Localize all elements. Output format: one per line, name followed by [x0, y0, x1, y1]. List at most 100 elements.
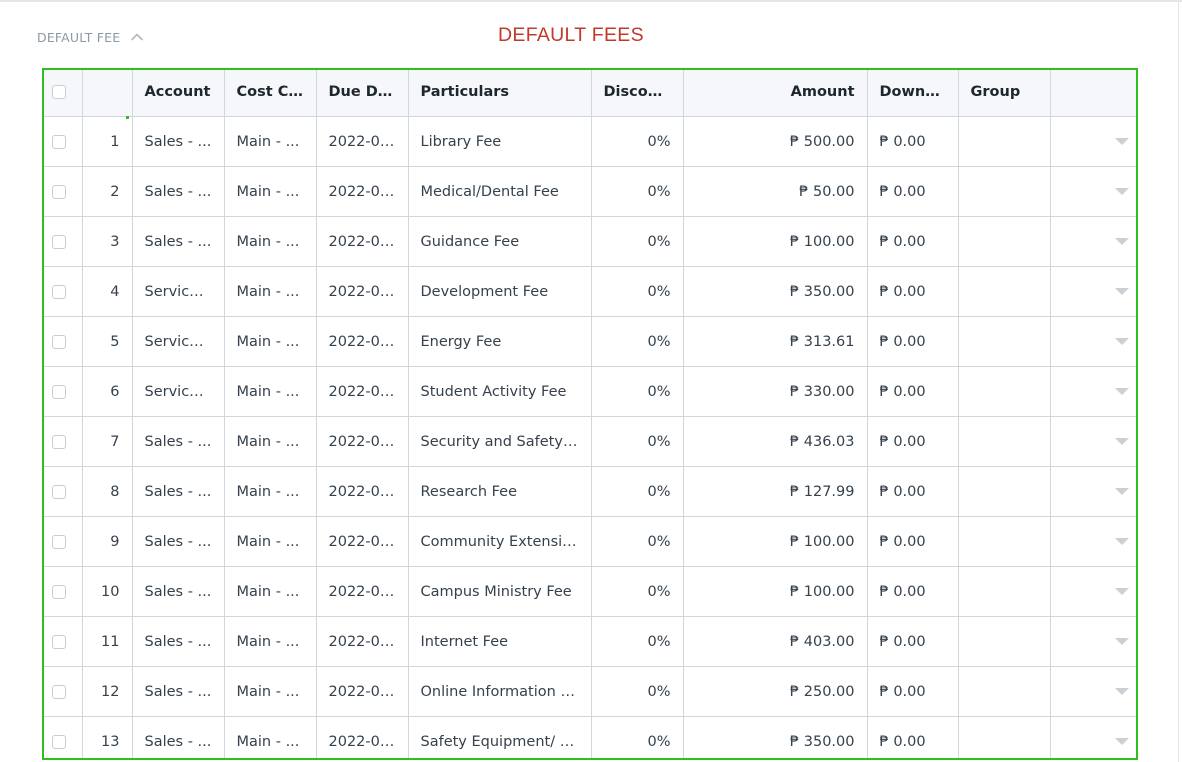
header-group[interactable]: Group: [958, 70, 1051, 117]
cell-account[interactable]: Service ...: [132, 366, 225, 417]
row-checkbox[interactable]: [52, 734, 66, 749]
cell-downpayment[interactable]: ₱ 0.00: [867, 366, 959, 417]
cell-downpayment[interactable]: ₱ 0.00: [867, 216, 959, 267]
cell-account[interactable]: Service ...: [132, 316, 225, 367]
cell-discount[interactable]: 0%: [591, 216, 684, 267]
row-checkbox[interactable]: [52, 184, 66, 199]
cell-downpayment[interactable]: ₱ 0.00: [867, 416, 959, 467]
cell-cost-center[interactable]: Main - ...: [224, 116, 317, 167]
row-checkbox[interactable]: [52, 634, 66, 649]
cell-particulars[interactable]: Medical/Dental Fee: [408, 166, 592, 217]
table-row[interactable]: 7 Sales - ... Main - ... 2022-01... Security…: [44, 416, 1136, 467]
cell-discount[interactable]: 0%: [591, 566, 684, 617]
cell-group[interactable]: [958, 216, 1051, 267]
cell-group[interactable]: [958, 266, 1051, 317]
cell-account[interactable]: Sales - ...: [132, 516, 225, 567]
cell-due-date[interactable]: 2022-01...: [316, 366, 409, 417]
cell-downpayment[interactable]: ₱ 0.00: [867, 566, 959, 617]
cell-due-date[interactable]: 2022-01...: [316, 616, 409, 667]
cell-cost-center[interactable]: Main - ...: [224, 316, 317, 367]
header-amount[interactable]: Amount: [683, 70, 868, 117]
row-checkbox[interactable]: [52, 384, 66, 399]
cell-cost-center[interactable]: Main - ...: [224, 566, 317, 617]
row-checkbox[interactable]: [52, 534, 66, 549]
cell-cost-center[interactable]: Main - ...: [224, 616, 317, 667]
cell-account[interactable]: Sales - ...: [132, 116, 225, 167]
cell-discount[interactable]: 0%: [591, 316, 684, 367]
cell-cost-center[interactable]: Main - ...: [224, 216, 317, 267]
cell-due-date[interactable]: 2022-01...: [316, 666, 409, 717]
cell-cost-center[interactable]: Main - ...: [224, 716, 317, 758]
cell-downpayment[interactable]: ₱ 0.00: [867, 316, 959, 367]
table-row[interactable]: 12 Sales - ... Main - ... 2022-01... Online …: [44, 666, 1136, 717]
caret-down-icon[interactable]: [1115, 534, 1129, 550]
cell-discount[interactable]: 0%: [591, 666, 684, 717]
caret-down-icon[interactable]: [1115, 334, 1129, 350]
cell-account[interactable]: Sales - ...: [132, 716, 225, 758]
cell-discount[interactable]: 0%: [591, 516, 684, 567]
caret-down-icon[interactable]: [1115, 134, 1129, 150]
caret-down-icon[interactable]: [1115, 384, 1129, 400]
cell-due-date[interactable]: 2022-01...: [316, 116, 409, 167]
row-checkbox[interactable]: [52, 334, 66, 349]
cell-particulars[interactable]: Library Fee: [408, 116, 592, 167]
cell-amount[interactable]: ₱ 500.00: [683, 116, 868, 167]
row-checkbox[interactable]: [52, 484, 66, 499]
caret-down-icon[interactable]: [1115, 434, 1129, 450]
cell-particulars[interactable]: Community Extension...: [408, 516, 592, 567]
header-account[interactable]: Account: [132, 70, 225, 117]
cell-discount[interactable]: 0%: [591, 116, 684, 167]
cell-particulars[interactable]: Internet Fee: [408, 616, 592, 667]
cell-group[interactable]: [958, 416, 1051, 467]
cell-due-date[interactable]: 2022-01...: [316, 316, 409, 367]
row-checkbox[interactable]: [52, 684, 66, 699]
section-toggle[interactable]: DEFAULT FEE: [37, 28, 144, 46]
cell-amount[interactable]: ₱ 350.00: [683, 716, 868, 758]
cell-discount[interactable]: 0%: [591, 266, 684, 317]
cell-discount[interactable]: 0%: [591, 366, 684, 417]
cell-due-date[interactable]: 2022-01...: [316, 716, 409, 758]
cell-due-date[interactable]: 2022-01...: [316, 416, 409, 467]
cell-due-date[interactable]: 2022-01...: [316, 466, 409, 517]
cell-downpayment[interactable]: ₱ 0.00: [867, 516, 959, 567]
cell-amount[interactable]: ₱ 330.00: [683, 366, 868, 417]
header-due-date[interactable]: Due Date: [316, 70, 409, 117]
cell-amount[interactable]: ₱ 100.00: [683, 216, 868, 267]
table-row[interactable]: 5 Service ... Main - ... 2022-01... Energy F…: [44, 316, 1136, 367]
cell-group[interactable]: [958, 566, 1051, 617]
cell-downpayment[interactable]: ₱ 0.00: [867, 666, 959, 717]
cell-group[interactable]: [958, 166, 1051, 217]
cell-account[interactable]: Sales - ...: [132, 416, 225, 467]
table-row[interactable]: 3 Sales - ... Main - ... 2022-01... Guidance…: [44, 216, 1136, 267]
table-row[interactable]: 4 Service ... Main - ... 2022-01... Developm…: [44, 266, 1136, 317]
cell-due-date[interactable]: 2022-01...: [316, 516, 409, 567]
cell-account[interactable]: Sales - ...: [132, 566, 225, 617]
cell-discount[interactable]: 0%: [591, 716, 684, 758]
row-checkbox[interactable]: [52, 434, 66, 449]
cell-particulars[interactable]: Research Fee: [408, 466, 592, 517]
cell-group[interactable]: [958, 616, 1051, 667]
cell-discount[interactable]: 0%: [591, 166, 684, 217]
cell-group[interactable]: [958, 516, 1051, 567]
caret-down-icon[interactable]: [1115, 184, 1129, 200]
select-all-checkbox[interactable]: [52, 85, 66, 99]
cell-amount[interactable]: ₱ 100.00: [683, 566, 868, 617]
table-row[interactable]: 9 Sales - ... Main - ... 2022-01... Communit…: [44, 516, 1136, 567]
cell-downpayment[interactable]: ₱ 0.00: [867, 266, 959, 317]
cell-particulars[interactable]: Guidance Fee: [408, 216, 592, 267]
cell-amount[interactable]: ₱ 403.00: [683, 616, 868, 667]
cell-cost-center[interactable]: Main - ...: [224, 166, 317, 217]
cell-cost-center[interactable]: Main - ...: [224, 666, 317, 717]
header-cost-center[interactable]: Cost C...: [224, 70, 317, 117]
row-checkbox[interactable]: [52, 584, 66, 599]
cell-discount[interactable]: 0%: [591, 466, 684, 517]
cell-due-date[interactable]: 2022-01...: [316, 166, 409, 217]
cell-group[interactable]: [958, 716, 1051, 758]
row-checkbox[interactable]: [52, 284, 66, 299]
cell-due-date[interactable]: 2022-01...: [316, 266, 409, 317]
cell-particulars[interactable]: Safety Equipment/ Ac...: [408, 716, 592, 758]
cell-discount[interactable]: 0%: [591, 616, 684, 667]
cell-particulars[interactable]: Student Activity Fee: [408, 366, 592, 417]
caret-down-icon[interactable]: [1115, 284, 1129, 300]
cell-group[interactable]: [958, 466, 1051, 517]
